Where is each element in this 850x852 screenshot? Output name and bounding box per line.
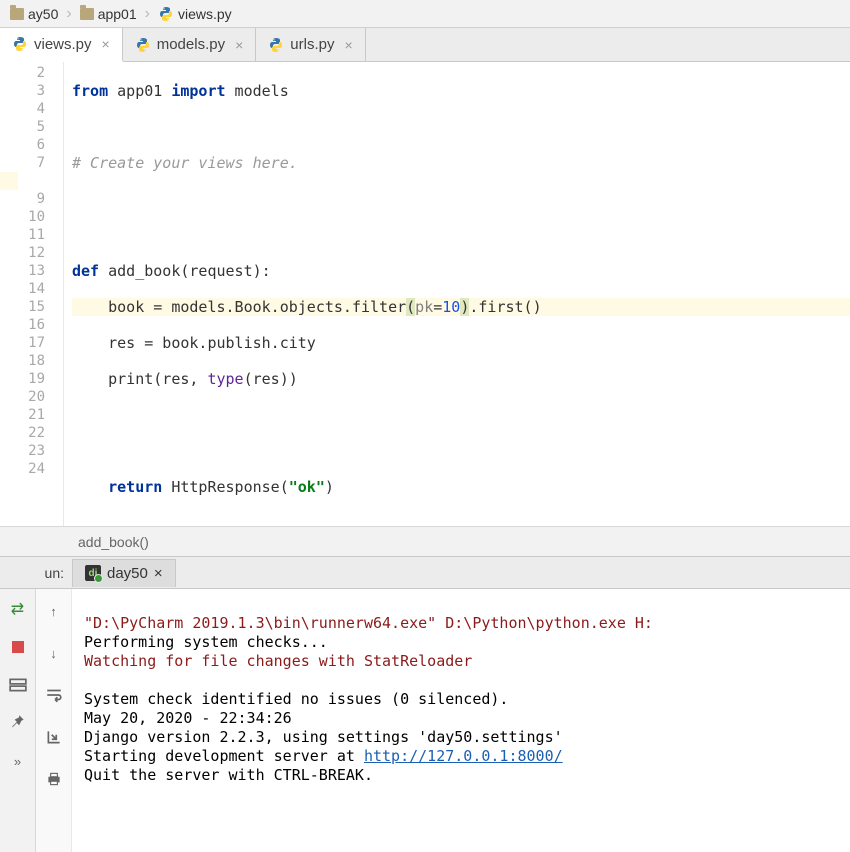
console-line: System check identified no issues (0 sil… — [84, 690, 508, 708]
code-text: app01 — [108, 82, 171, 100]
more-button[interactable]: » — [6, 749, 30, 773]
folder-icon — [10, 8, 24, 20]
code-text: HttpResponse( — [162, 478, 288, 496]
folder-icon — [80, 8, 94, 20]
code-content[interactable]: from app01 import models # Create your v… — [64, 62, 850, 526]
run-tab-bar: un: dj day50 × — [0, 557, 850, 589]
stop-button[interactable] — [6, 635, 30, 659]
soft-wrap-button[interactable] — [42, 683, 66, 707]
breadcrumb-item-app[interactable]: app01 — [74, 4, 143, 24]
code-text: ) — [325, 478, 334, 496]
down-stack-button[interactable] — [42, 641, 66, 665]
console-output[interactable]: "D:\PyCharm 2019.1.3\bin\runnerw64.exe" … — [72, 589, 850, 852]
tab-models[interactable]: models.py × — [123, 28, 257, 61]
chevron-right-icon — [145, 5, 150, 23]
console-line: "D:\PyCharm 2019.1.3\bin\runnerw64.exe" … — [84, 614, 653, 632]
run-tool-window: un: dj day50 × » "D:\PyCharm 2019.1.3\bi… — [0, 556, 850, 852]
code-text: models — [226, 82, 289, 100]
code-kw: def — [72, 262, 99, 280]
breadcrumb-item-file[interactable]: views.py — [152, 4, 238, 24]
layout-button[interactable] — [6, 673, 30, 697]
editor-status-bar: add_book() — [0, 526, 850, 556]
code-text: ) — [460, 298, 469, 316]
code-text: .first() — [469, 298, 541, 316]
code-text: 10 — [442, 298, 460, 316]
django-icon: dj — [85, 565, 101, 581]
code-text: res = book.publish.city — [72, 334, 316, 352]
code-text: ( — [406, 298, 415, 316]
code-kw: import — [171, 82, 225, 100]
editor-tab-bar: views.py × models.py × urls.py × — [0, 28, 850, 62]
run-toolbar-secondary — [36, 589, 72, 852]
console-line: May 20, 2020 - 22:34:26 — [84, 709, 292, 727]
close-icon[interactable]: × — [154, 565, 163, 582]
breadcrumb-item-project[interactable]: ay50 — [4, 4, 64, 24]
console-line: Performing system checks... — [84, 633, 328, 651]
tab-label: models.py — [157, 36, 225, 53]
python-icon — [135, 37, 151, 53]
code-text: (res)) — [244, 370, 298, 388]
code-comment: # Create your views here. — [72, 154, 298, 172]
code-text: book = models.Book.objects.filter — [72, 298, 406, 316]
tab-label: urls.py — [290, 36, 334, 53]
close-icon[interactable]: × — [235, 37, 243, 53]
close-icon[interactable]: × — [102, 36, 110, 52]
python-icon — [158, 6, 174, 22]
breadcrumb-label: views.py — [178, 6, 232, 22]
tab-urls[interactable]: urls.py × — [256, 28, 365, 61]
code-text: print(res, — [72, 370, 207, 388]
code-text: pk — [415, 298, 433, 316]
tab-views[interactable]: views.py × — [0, 28, 123, 62]
python-icon — [268, 37, 284, 53]
print-button[interactable] — [42, 767, 66, 791]
code-text: "ok" — [289, 478, 325, 496]
breadcrumb-label: ay50 — [28, 6, 58, 22]
code-text: add_book(request): — [99, 262, 271, 280]
run-tab-label: day50 — [107, 565, 148, 582]
code-editor[interactable]: 2 3 4 5 6 7 8 9 10 11 12 13 14 15 16 17 … — [0, 62, 850, 526]
up-stack-button[interactable] — [42, 599, 66, 623]
console-line: Starting development server at — [84, 747, 364, 765]
code-kw: from — [72, 82, 108, 100]
server-url-link[interactable]: http://127.0.0.1:8000/ — [364, 747, 563, 765]
close-icon[interactable]: × — [344, 37, 352, 53]
run-label: un: — [0, 565, 72, 581]
console-line: Quit the server with CTRL-BREAK. — [84, 766, 373, 784]
breadcrumb: ay50 app01 views.py — [0, 0, 850, 28]
run-toolbar-primary: » — [0, 589, 36, 852]
chevron-right-icon — [66, 5, 71, 23]
console-line: Django version 2.2.3, using settings 'da… — [84, 728, 563, 746]
code-text: type — [207, 370, 243, 388]
run-body: » "D:\PyCharm 2019.1.3\bin\runnerw64.exe… — [0, 589, 850, 852]
code-kw: return — [108, 478, 162, 496]
console-line: Watching for file changes with StatReloa… — [84, 652, 472, 670]
pin-button[interactable] — [6, 711, 30, 735]
scroll-to-end-button[interactable] — [42, 725, 66, 749]
python-icon — [12, 36, 28, 52]
current-function-label: add_book() — [78, 534, 149, 550]
stop-icon — [12, 641, 24, 653]
line-gutter: 2 3 4 5 6 7 8 9 10 11 12 13 14 15 16 17 … — [0, 62, 64, 526]
breadcrumb-label: app01 — [98, 6, 137, 22]
run-config-tab[interactable]: dj day50 × — [72, 559, 176, 587]
code-text: = — [433, 298, 442, 316]
tab-label: views.py — [34, 36, 92, 53]
rerun-button[interactable] — [6, 597, 30, 621]
